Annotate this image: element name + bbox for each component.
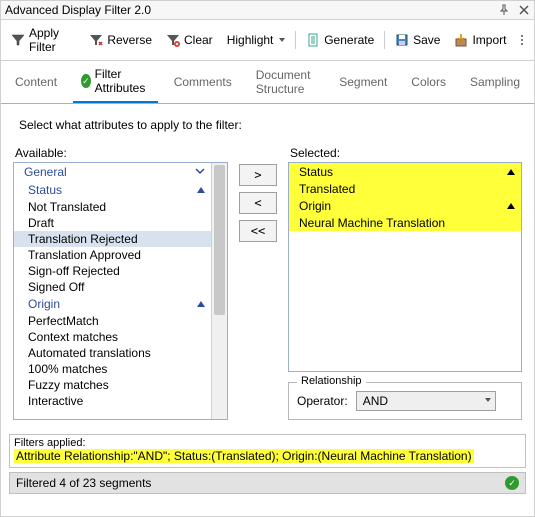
- tab-sampling[interactable]: Sampling: [462, 61, 528, 103]
- separator: [384, 31, 385, 49]
- list-item[interactable]: Sign-off Rejected: [14, 263, 211, 279]
- list-item[interactable]: PerfectMatch: [14, 313, 211, 329]
- instruction-text: Select what attributes to apply to the f…: [19, 118, 522, 132]
- list-item[interactable]: Neural Machine Translation: [289, 215, 521, 231]
- operator-label: Operator:: [297, 394, 348, 408]
- list-item[interactable]: Translation Approved: [14, 247, 211, 263]
- chevron-up-icon: [197, 301, 205, 307]
- available-label: Available:: [15, 146, 228, 160]
- chevron-up-icon: [197, 187, 205, 193]
- filters-applied-value: Attribute Relationship:"AND"; Status:(Tr…: [14, 449, 474, 463]
- available-listbox[interactable]: General Status Not Translated Draft Tran…: [13, 162, 228, 420]
- selected-listbox[interactable]: Status Translated Origin Neural Machine …: [288, 162, 522, 372]
- tab-segment[interactable]: Segment: [331, 61, 395, 103]
- list-item[interactable]: Fuzzy matches: [14, 377, 211, 393]
- list-item[interactable]: Signed Off: [14, 279, 211, 295]
- tab-content[interactable]: Content: [7, 61, 65, 103]
- selected-group-origin[interactable]: Origin: [289, 197, 521, 215]
- import-button[interactable]: Import: [450, 31, 510, 49]
- save-icon: [395, 33, 409, 47]
- titlebar: Advanced Display Filter 2.0: [1, 1, 534, 20]
- window-title: Advanced Display Filter 2.0: [5, 3, 151, 17]
- filters-applied-label: Filters applied:: [14, 437, 521, 449]
- check-icon: ✓: [81, 74, 91, 88]
- reverse-button[interactable]: Reverse: [85, 31, 156, 49]
- relationship-panel: Relationship Operator: AND: [288, 382, 522, 420]
- group-general[interactable]: General: [14, 163, 211, 181]
- status-text: Filtered 4 of 23 segments: [16, 476, 151, 490]
- move-all-left-button[interactable]: <<: [239, 220, 277, 242]
- chevron-down-icon: [485, 398, 491, 402]
- tabstrip: Content ✓ Filter Attributes Comments Doc…: [1, 61, 534, 104]
- import-icon: [454, 33, 468, 47]
- tab-filter-attributes[interactable]: ✓ Filter Attributes: [73, 61, 158, 103]
- selected-group-status[interactable]: Status: [289, 163, 521, 181]
- move-left-button[interactable]: <: [239, 192, 277, 214]
- generate-button[interactable]: Generate: [302, 31, 378, 49]
- chevron-down-icon: [195, 168, 205, 176]
- tab-document-structure[interactable]: Document Structure: [248, 61, 324, 103]
- list-item[interactable]: Not Translated: [14, 199, 211, 215]
- chevron-down-icon: [279, 38, 285, 42]
- selected-label: Selected:: [290, 146, 522, 160]
- funnel-clear-icon: [166, 33, 180, 47]
- group-origin[interactable]: Origin: [14, 295, 211, 313]
- operator-select[interactable]: AND: [356, 391, 496, 411]
- chevron-up-icon: [507, 169, 515, 175]
- chevron-up-icon: [507, 203, 515, 209]
- relationship-legend: Relationship: [297, 375, 366, 387]
- scrollbar[interactable]: [211, 163, 227, 419]
- overflow-menu-button[interactable]: [516, 33, 528, 47]
- tab-colors[interactable]: Colors: [403, 61, 454, 103]
- close-icon[interactable]: [518, 4, 530, 16]
- filters-applied-panel: Filters applied: Attribute Relationship:…: [9, 434, 526, 468]
- funnel-reverse-icon: [89, 33, 103, 47]
- list-item[interactable]: 100% matches: [14, 361, 211, 377]
- save-button[interactable]: Save: [391, 31, 444, 49]
- funnel-icon: [11, 33, 25, 47]
- content-panel: Select what attributes to apply to the f…: [1, 104, 534, 426]
- group-status[interactable]: Status: [14, 181, 211, 199]
- document-icon: [306, 33, 320, 47]
- list-item[interactable]: Translation Rejected: [14, 231, 211, 247]
- pin-icon[interactable]: [498, 4, 510, 16]
- status-check-icon: ✓: [505, 476, 519, 490]
- clear-button[interactable]: Clear: [162, 31, 217, 49]
- highlight-button[interactable]: Highlight: [223, 31, 290, 49]
- move-right-button[interactable]: >: [239, 164, 277, 186]
- statusbar: Filtered 4 of 23 segments ✓: [9, 472, 526, 494]
- list-item[interactable]: Automated translations: [14, 345, 211, 361]
- separator: [295, 31, 296, 49]
- list-item[interactable]: Draft: [14, 215, 211, 231]
- toolbar: Apply Filter Reverse Clear Highlight Gen…: [1, 20, 534, 61]
- list-item[interactable]: Context matches: [14, 329, 211, 345]
- list-item[interactable]: Interactive: [14, 393, 211, 409]
- list-item[interactable]: Translated: [289, 181, 521, 197]
- tab-comments[interactable]: Comments: [166, 61, 240, 103]
- apply-filter-button[interactable]: Apply Filter: [7, 24, 79, 56]
